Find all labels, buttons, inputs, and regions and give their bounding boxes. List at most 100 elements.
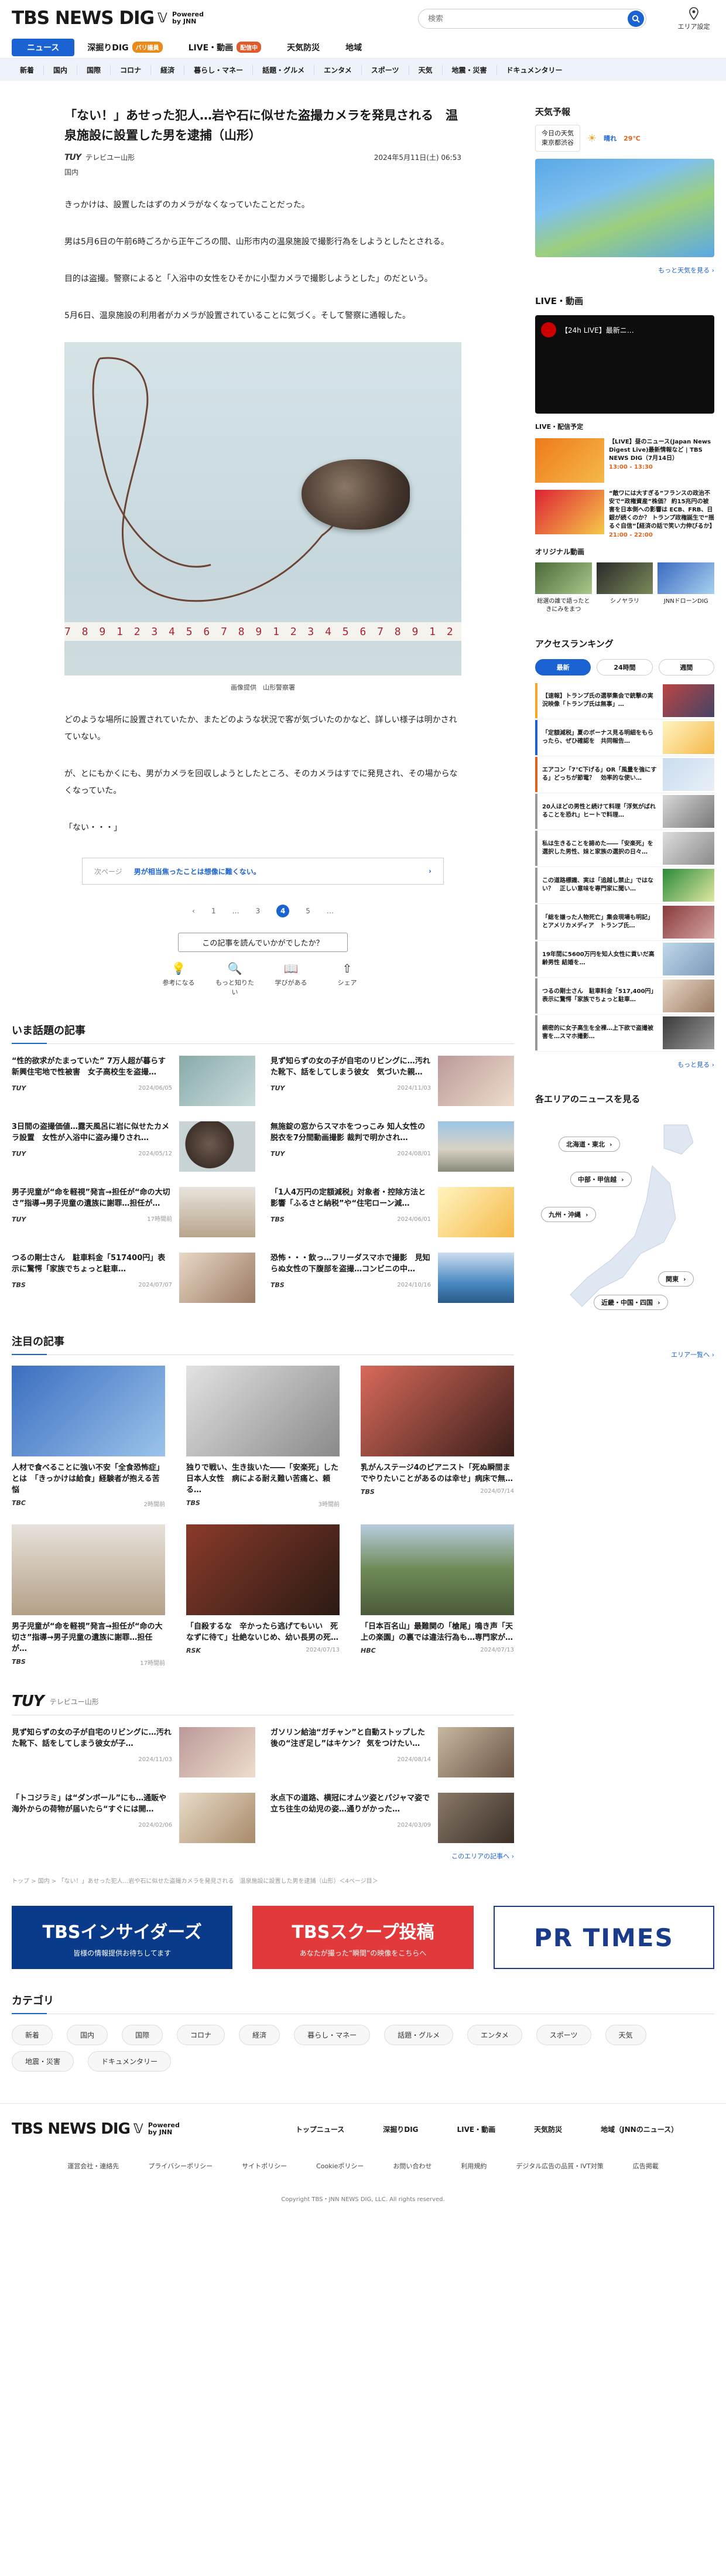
- reaction-learn[interactable]: 📖 学びがある: [270, 961, 311, 997]
- article-source[interactable]: テレビユー山形: [85, 152, 135, 162]
- region-button[interactable]: 中部・甲信越 ›: [570, 1172, 632, 1187]
- gnav-region[interactable]: 地域: [333, 39, 375, 56]
- reaction-helpful[interactable]: 💡 参考になる: [158, 961, 199, 997]
- live-video-player[interactable]: 【24h LIVE】最新ニ…: [535, 315, 714, 414]
- local-card[interactable]: 「トコジラミ」は“ダンボール”にも…通販や海外からの荷物が届いたら“すぐには開……: [12, 1793, 255, 1843]
- subnav-item[interactable]: 国内: [44, 64, 78, 75]
- footer-nav-item[interactable]: 地域（JNNのニュース）: [601, 2124, 678, 2134]
- gnav-live[interactable]: LIVE・動画 配信中: [176, 39, 275, 56]
- footer-link[interactable]: Cookieポリシー: [316, 2161, 364, 2171]
- ranking-item[interactable]: 「総を嫌った人物死亡」集会現場も明記」とアメリカメディア トランプ氏…: [535, 904, 714, 941]
- footer-link[interactable]: サイトポリシー: [242, 2161, 287, 2171]
- trending-card[interactable]: 恐怖・・・飲っ…フリーダスマホで撮影 見知らぬ女性の下腹部を盗撮…コンビニの中……: [270, 1253, 514, 1303]
- category-chip[interactable]: 経済: [239, 2025, 280, 2045]
- footer-link[interactable]: 広告掲載: [633, 2161, 659, 2171]
- page-link[interactable]: 5: [306, 907, 310, 915]
- orig-video[interactable]: JNNドローンDIG: [657, 562, 715, 614]
- ranking-item[interactable]: エアコン「7℃下げる」OR「風量を強にする」どっちが節電？ 効率的な使い…: [535, 756, 714, 793]
- category-chip[interactable]: 地震・災害: [12, 2051, 74, 2072]
- trending-card[interactable]: つるの剛士さん 駐車料金「517400円」表示に驚愕「家族でちょっと駐車… TBS…: [12, 1253, 255, 1303]
- ranking-item[interactable]: 19年間に5600万円を知人女性に貢いだ高齢男性 結婚を…: [535, 941, 714, 978]
- subnav-item[interactable]: 地震・災害: [443, 64, 497, 75]
- orig-video[interactable]: 総選の誰で語ったときにみをまつ: [535, 562, 592, 614]
- reaction-more[interactable]: 🔍 もっと知りたい: [214, 961, 255, 997]
- footer-link[interactable]: 利用規約: [461, 2161, 487, 2171]
- ranking-item[interactable]: この道路標識、実は「追越し禁止」ではない？ 正しい意味を専門家に聞い…: [535, 867, 714, 904]
- ranking-item[interactable]: 「定額減税」夏のボーナス見る明細をもらったら、ぜひ確認を 共同報告…: [535, 719, 714, 756]
- gnav-weather[interactable]: 天気防災: [274, 39, 333, 56]
- category-chip[interactable]: コロナ: [177, 2025, 225, 2045]
- page-link[interactable]: 3: [256, 907, 261, 915]
- weather-map[interactable]: [535, 159, 714, 257]
- featured-card[interactable]: 「自殺するな 辛かったら逃げてもいい 死なずに待て」壮絶ないじめ、幼い長男の死……: [186, 1524, 340, 1667]
- subnav-item[interactable]: ドキュメンタリー: [497, 65, 572, 75]
- region-button[interactable]: 関東 ›: [658, 1271, 694, 1287]
- banner-scoop[interactable]: TBSスクープ投稿 あなたが撮った“瞬間”の映像をこちらへ: [252, 1906, 474, 1969]
- ranking-item[interactable]: 【速報】トランプ氏の選挙集会で銃撃の実況映像「トランプ氏は無事」…: [535, 683, 714, 719]
- tab-weekly[interactable]: 週間: [658, 659, 714, 675]
- trending-card[interactable]: 「1人4万円の定額減税」対象者・控除方法と影響「ふるさと納税”や“住宅ローン減……: [270, 1187, 514, 1237]
- footer-link[interactable]: デジタル広告の品質・IVT対策: [516, 2161, 603, 2171]
- category-chip[interactable]: ドキュメンタリー: [88, 2051, 172, 2072]
- footer-nav-item[interactable]: 深掘りDIG: [383, 2124, 418, 2134]
- site-logo[interactable]: TBS NEWS DIG 𝕍 Powered by JNN: [12, 8, 204, 29]
- subnav-item[interactable]: 話題・グルメ: [253, 64, 315, 75]
- trending-card[interactable]: 男子児童が“命を軽視”発言→担任が“命の大切さ”指導→男子児童の遺族に謝罪…担任…: [12, 1187, 255, 1237]
- subnav-item[interactable]: 暮らし・マネー: [184, 64, 254, 75]
- footer-nav-item[interactable]: LIVE・動画: [457, 2124, 496, 2134]
- footer-nav-item[interactable]: 天気防災: [534, 2124, 562, 2134]
- footer-logo[interactable]: TBS NEWS DIG 𝕍 Powered by JNN: [12, 2120, 180, 2138]
- gnav-dig[interactable]: 深掘りDIG バリ議員: [74, 39, 175, 56]
- category-chip[interactable]: 話題・グルメ: [384, 2025, 454, 2045]
- featured-card[interactable]: 独りで戦い、生き抜いた――「安楽死」した日本人女性 病による耐え難い苦痛と、頼る…: [186, 1366, 340, 1508]
- featured-card[interactable]: 人材で食べることに強い不安「全食恐怖症」とは 「きっかけは給食」経験者が抱える苦…: [12, 1366, 165, 1508]
- tab-latest[interactable]: 最新: [535, 659, 591, 675]
- local-more-link[interactable]: このエリアの記事へ ›: [12, 1851, 514, 1861]
- live-item[interactable]: 【LIVE】昼のニュース(Japan News Digest Live)最新情報…: [535, 438, 714, 483]
- ranking-more-link[interactable]: もっと見る ›: [535, 1060, 714, 1069]
- local-card[interactable]: 見ず知らずの女の子が自宅のリビングに…汚れた靴下、話をしてしまう彼女が子… 202…: [12, 1727, 255, 1777]
- banner-insiders[interactable]: TBSインサイダーズ 皆様の情報提供お待ちしてます: [12, 1906, 233, 1969]
- search-input[interactable]: [428, 14, 628, 23]
- breadcrumb[interactable]: トップ > 国内 > 「ない！」あせった犯人…岩や石に似せた盗撮カメラを発見され…: [12, 1876, 714, 1885]
- area-setting-button[interactable]: エリア設定: [673, 7, 714, 31]
- page-prev-icon[interactable]: ‹: [192, 907, 195, 915]
- category-chip[interactable]: 新着: [12, 2025, 53, 2045]
- footer-nav-item[interactable]: トップニュース: [296, 2124, 344, 2134]
- search-button[interactable]: [628, 11, 644, 27]
- subnav-item[interactable]: 天気: [409, 64, 443, 75]
- weather-summary[interactable]: 今日の天気 東京都渋谷 ☀ 晴れ 29℃: [535, 125, 714, 152]
- featured-card[interactable]: 「日本百名山」最難関の「槍尾」鳴き声「天上の楽園」の裏では違法行為も…専門家が……: [361, 1524, 514, 1667]
- trending-card[interactable]: 見ず知らずの女の子が自宅のリビングに…汚れた靴下、話をしてしまう彼女 気づいた親…: [270, 1056, 514, 1106]
- next-page-link[interactable]: 次ページ 男が相当焦ったことは想像に難くない。 ›: [82, 858, 444, 885]
- gnav-news[interactable]: ニュース: [12, 38, 75, 56]
- tab-24h[interactable]: 24時間: [597, 659, 653, 675]
- article-tag[interactable]: 国内: [64, 167, 461, 177]
- live-item[interactable]: “敵ワには大すぎる”フランスの政治不安で“政権資産”株価？ 約15兆円の被害を日…: [535, 490, 715, 538]
- local-card[interactable]: ガソリン給油“ガチャン”と自動ストップした後の“注ぎ足し”はキケン？ 気をつけた…: [270, 1727, 514, 1777]
- share-button[interactable]: ⇧ シェア: [327, 961, 368, 997]
- subnav-item[interactable]: 国際: [77, 64, 111, 75]
- category-chip[interactable]: 国際: [122, 2025, 163, 2045]
- featured-card[interactable]: 男子児童が“命を軽視”発言→担任が“命の大切さ”指導→男子児童の遺族に謝罪…担任…: [12, 1524, 165, 1667]
- banner-prtimes[interactable]: PR TIMES: [493, 1906, 714, 1969]
- ranking-item[interactable]: つるの剛士さん 駐車料金「517,400円」表示に驚愕「家族でちょっと駐車…: [535, 978, 714, 1015]
- local-card[interactable]: 氷点下の道路、横冠にオムツ姿とパジャマ姿で立ち往生の幼児の姿…通りがかった… 20…: [270, 1793, 514, 1843]
- region-button[interactable]: 北海道・東北 ›: [559, 1137, 620, 1152]
- ranking-item[interactable]: 私は生きることを諦めた――「安楽死」を選択した男性、妹と家族の選択の日々…: [535, 830, 714, 867]
- trending-card[interactable]: 3日間の盗撮価値…露天風呂に岩に似せたカメラ設置 女性が入浴中に盗み撮りされ… T…: [12, 1121, 255, 1172]
- region-button[interactable]: 九州・沖縄 ›: [541, 1207, 596, 1222]
- page-link[interactable]: 1: [211, 907, 216, 915]
- subnav-item[interactable]: コロナ: [111, 64, 152, 75]
- featured-card[interactable]: 乳がんステージ4のピアニスト「死ぬ瞬間までやりたいことがあるのは幸せ」病床で無……: [361, 1366, 514, 1508]
- ranking-item[interactable]: 20人ほどの男性と続けて料理「浮気がばれることを恐れ」ヒートで料理…: [535, 793, 714, 830]
- footer-link[interactable]: プライバシーポリシー: [148, 2161, 213, 2171]
- subnav-item[interactable]: エンタメ: [314, 64, 362, 75]
- category-chip[interactable]: エンタメ: [467, 2025, 522, 2045]
- ranking-item[interactable]: 親密的に女子高生を全裸…上下欲で盗撮被害を…スマホ撮影…: [535, 1015, 714, 1052]
- subnav-item[interactable]: 経済: [151, 64, 185, 75]
- category-chip[interactable]: 暮らし・マネー: [294, 2025, 371, 2045]
- subnav-item[interactable]: 新着: [11, 64, 44, 75]
- area-more-link[interactable]: エリア一覧へ ›: [535, 1350, 714, 1359]
- footer-link[interactable]: 運営会社・連絡先: [67, 2161, 119, 2171]
